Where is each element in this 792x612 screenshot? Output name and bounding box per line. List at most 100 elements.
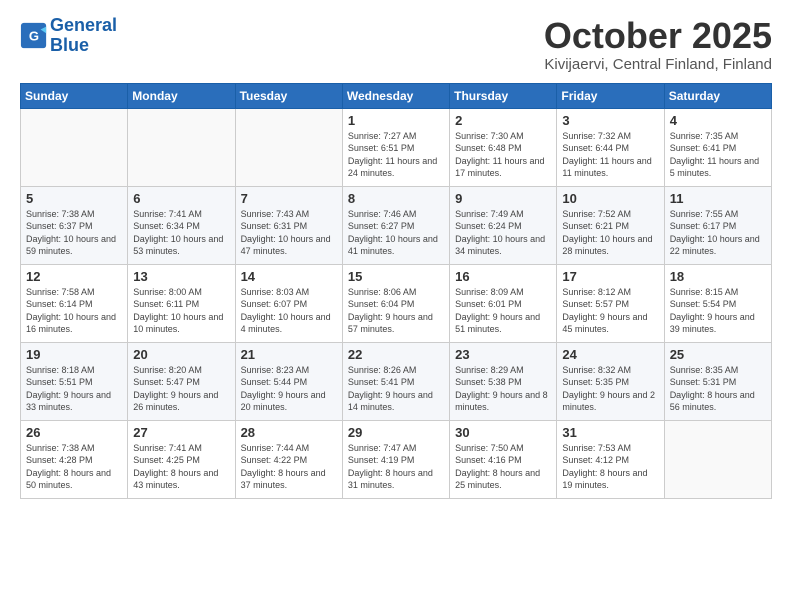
col-thursday: Thursday [450,83,557,108]
title-block: October 2025 Kivijaervi, Central Finland… [544,16,772,73]
day-info: Sunrise: 7:41 AM Sunset: 4:25 PM Dayligh… [133,442,229,492]
day-cell-w3-d3: 14 Sunrise: 8:03 AM Sunset: 6:07 PM Dayli… [235,264,342,342]
day-cell-w2-d6: 10 Sunrise: 7:52 AM Sunset: 6:21 PM Dayli… [557,186,664,264]
day-number: 23 [455,347,551,362]
col-tuesday: Tuesday [235,83,342,108]
day-cell-w4-d2: 20 Sunrise: 8:20 AM Sunset: 5:47 PM Dayli… [128,342,235,420]
col-friday: Friday [557,83,664,108]
day-cell-w1-d4: 1Sunrise: 7:27 AM Sunset: 6:51 PM Daylig… [342,108,449,186]
day-number: 19 [26,347,122,362]
day-cell-w2-d5: 9Sunrise: 7:49 AM Sunset: 6:24 PM Daylig… [450,186,557,264]
day-info: Sunrise: 8:03 AM Sunset: 6:07 PM Dayligh… [241,286,337,336]
logo: G General Blue [20,16,117,56]
day-number: 14 [241,269,337,284]
day-cell-w4-d6: 24 Sunrise: 8:32 AM Sunset: 5:35 PM Dayli… [557,342,664,420]
day-info: Sunrise: 8:06 AM Sunset: 6:04 PM Dayligh… [348,286,444,336]
day-cell-w5-d2: 27 Sunrise: 7:41 AM Sunset: 4:25 PM Dayli… [128,420,235,498]
day-cell-w4-d5: 23 Sunrise: 8:29 AM Sunset: 5:38 PM Dayli… [450,342,557,420]
day-info: Sunrise: 7:53 AM Sunset: 4:12 PM Dayligh… [562,442,658,492]
day-number: 27 [133,425,229,440]
day-number: 4 [670,113,766,128]
day-cell-w2-d4: 8 Sunrise: 7:46 AM Sunset: 6:27 PM Daylig… [342,186,449,264]
day-cell-w1-d5: 2 Sunrise: 7:30 AM Sunset: 6:48 PM Daylig… [450,108,557,186]
day-cell-w1-d3 [235,108,342,186]
day-info: Sunrise: 7:58 AM Sunset: 6:14 PM Dayligh… [26,286,122,336]
col-saturday: Saturday [664,83,771,108]
svg-text:G: G [29,28,39,43]
day-number: 7 [241,191,337,206]
header-row: Sunday Monday Tuesday Wednesday Thursday… [21,83,772,108]
day-info: Sunrise: 8:20 AM Sunset: 5:47 PM Dayligh… [133,364,229,414]
header: G General Blue October 2025 Kivijaervi, … [20,16,772,73]
day-info: Sunrise: 7:30 AM Sunset: 6:48 PM Dayligh… [455,130,551,180]
day-cell-w3-d7: 18 Sunrise: 8:15 AM Sunset: 5:54 PM Dayli… [664,264,771,342]
day-number: 18 [670,269,766,284]
day-info: Sunrise: 7:50 AM Sunset: 4:16 PM Dayligh… [455,442,551,492]
day-info: Sunrise: 7:38 AM Sunset: 6:37 PM Dayligh… [26,208,122,258]
day-number: 20 [133,347,229,362]
day-info: Sunrise: 7:43 AM Sunset: 6:31 PM Dayligh… [241,208,337,258]
logo-line1: General [50,15,117,35]
day-info: Sunrise: 8:00 AM Sunset: 6:11 PM Dayligh… [133,286,229,336]
day-number: 25 [670,347,766,362]
day-info: Sunrise: 8:23 AM Sunset: 5:44 PM Dayligh… [241,364,337,414]
day-info: Sunrise: 8:09 AM Sunset: 6:01 PM Dayligh… [455,286,551,336]
day-number: 31 [562,425,658,440]
calendar-table: Sunday Monday Tuesday Wednesday Thursday… [20,83,772,499]
day-info: Sunrise: 8:35 AM Sunset: 5:31 PM Dayligh… [670,364,766,414]
day-cell-w3-d1: 12 Sunrise: 7:58 AM Sunset: 6:14 PM Dayli… [21,264,128,342]
day-info: Sunrise: 8:18 AM Sunset: 5:51 PM Dayligh… [26,364,122,414]
location: Kivijaervi, Central Finland, Finland [544,56,772,73]
day-cell-w1-d6: 3Sunrise: 7:32 AM Sunset: 6:44 PM Daylig… [557,108,664,186]
day-info: Sunrise: 7:44 AM Sunset: 4:22 PM Dayligh… [241,442,337,492]
day-cell-w5-d4: 29Sunrise: 7:47 AM Sunset: 4:19 PM Dayli… [342,420,449,498]
day-cell-w3-d5: 16 Sunrise: 8:09 AM Sunset: 6:01 PM Dayli… [450,264,557,342]
day-number: 24 [562,347,658,362]
day-cell-w5-d5: 30 Sunrise: 7:50 AM Sunset: 4:16 PM Dayli… [450,420,557,498]
day-info: Sunrise: 8:15 AM Sunset: 5:54 PM Dayligh… [670,286,766,336]
day-cell-w5-d7 [664,420,771,498]
logo-line2: Blue [50,35,89,55]
day-number: 2 [455,113,551,128]
day-number: 21 [241,347,337,362]
day-info: Sunrise: 8:32 AM Sunset: 5:35 PM Dayligh… [562,364,658,414]
day-number: 17 [562,269,658,284]
day-info: Sunrise: 7:35 AM Sunset: 6:41 PM Dayligh… [670,130,766,180]
day-number: 13 [133,269,229,284]
day-info: Sunrise: 8:12 AM Sunset: 5:57 PM Dayligh… [562,286,658,336]
week-row-3: 12 Sunrise: 7:58 AM Sunset: 6:14 PM Dayli… [21,264,772,342]
day-cell-w5-d6: 31 Sunrise: 7:53 AM Sunset: 4:12 PM Dayli… [557,420,664,498]
day-number: 28 [241,425,337,440]
week-row-2: 5 Sunrise: 7:38 AM Sunset: 6:37 PM Daylig… [21,186,772,264]
week-row-4: 19 Sunrise: 8:18 AM Sunset: 5:51 PM Dayli… [21,342,772,420]
day-number: 10 [562,191,658,206]
col-sunday: Sunday [21,83,128,108]
day-info: Sunrise: 7:55 AM Sunset: 6:17 PM Dayligh… [670,208,766,258]
page: G General Blue October 2025 Kivijaervi, … [0,0,792,509]
day-cell-w3-d2: 13 Sunrise: 8:00 AM Sunset: 6:11 PM Dayli… [128,264,235,342]
day-number: 16 [455,269,551,284]
day-number: 5 [26,191,122,206]
day-info: Sunrise: 7:38 AM Sunset: 4:28 PM Dayligh… [26,442,122,492]
day-number: 11 [670,191,766,206]
day-info: Sunrise: 7:49 AM Sunset: 6:24 PM Dayligh… [455,208,551,258]
day-number: 15 [348,269,444,284]
day-cell-w4-d4: 22 Sunrise: 8:26 AM Sunset: 5:41 PM Dayli… [342,342,449,420]
week-row-1: 1Sunrise: 7:27 AM Sunset: 6:51 PM Daylig… [21,108,772,186]
day-info: Sunrise: 7:32 AM Sunset: 6:44 PM Dayligh… [562,130,658,180]
day-number: 8 [348,191,444,206]
day-cell-w4-d1: 19 Sunrise: 8:18 AM Sunset: 5:51 PM Dayli… [21,342,128,420]
col-monday: Monday [128,83,235,108]
day-info: Sunrise: 8:29 AM Sunset: 5:38 PM Dayligh… [455,364,551,414]
day-info: Sunrise: 7:52 AM Sunset: 6:21 PM Dayligh… [562,208,658,258]
day-cell-w1-d7: 4 Sunrise: 7:35 AM Sunset: 6:41 PM Daylig… [664,108,771,186]
day-number: 12 [26,269,122,284]
day-number: 30 [455,425,551,440]
day-info: Sunrise: 8:26 AM Sunset: 5:41 PM Dayligh… [348,364,444,414]
day-number: 22 [348,347,444,362]
day-number: 1 [348,113,444,128]
logo-text: General Blue [50,16,117,56]
day-cell-w2-d7: 11 Sunrise: 7:55 AM Sunset: 6:17 PM Dayli… [664,186,771,264]
day-cell-w2-d3: 7 Sunrise: 7:43 AM Sunset: 6:31 PM Daylig… [235,186,342,264]
day-info: Sunrise: 7:46 AM Sunset: 6:27 PM Dayligh… [348,208,444,258]
